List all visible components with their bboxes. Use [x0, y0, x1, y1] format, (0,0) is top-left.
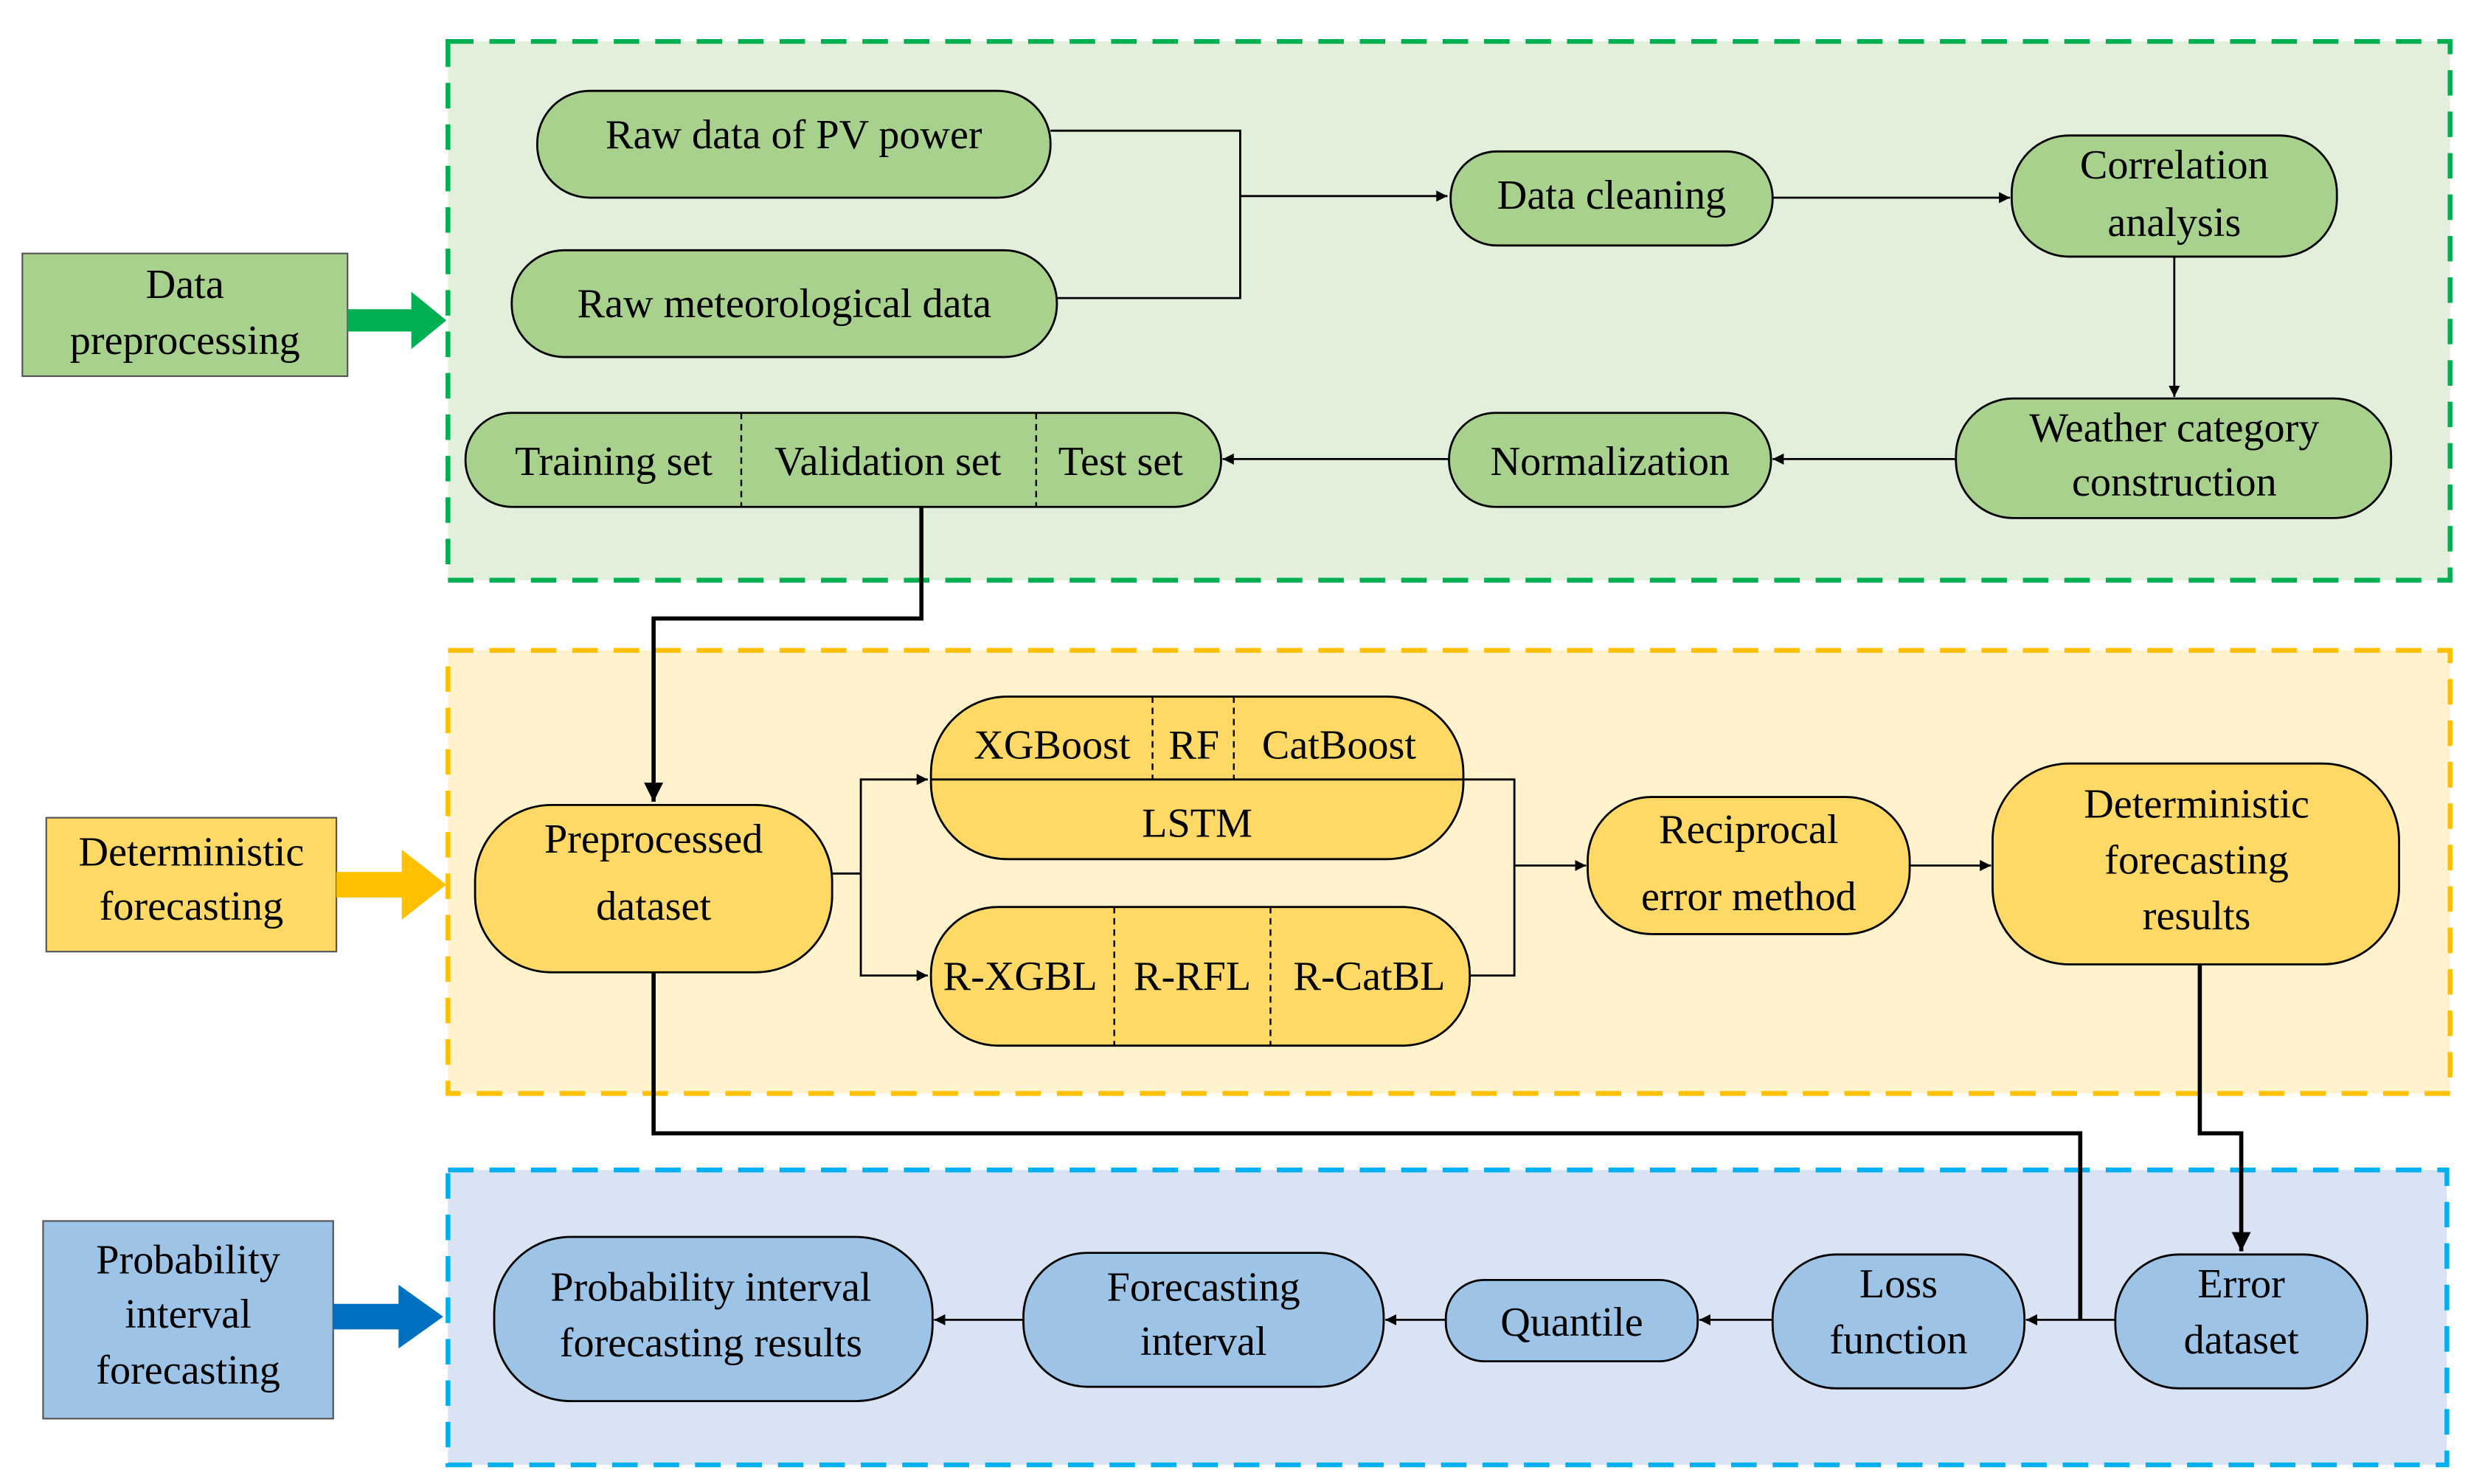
stage-label-line: interval — [125, 1291, 252, 1337]
svg-text:Raw meteorological data: Raw meteorological data — [578, 281, 992, 327]
svg-text:interval: interval — [1140, 1319, 1267, 1365]
node-error-dataset: Error dataset — [2114, 1253, 2368, 1390]
svg-text:function: function — [1829, 1317, 1967, 1363]
node-probability-results: Probability interval forecasting results — [493, 1235, 934, 1403]
stage-label-probability: Probability interval forecasting — [42, 1220, 334, 1420]
stage-label-line: Data — [146, 262, 224, 308]
node-dataset-split: Training set Validation set Test set — [464, 412, 1222, 508]
node-normalization: Normalization — [1448, 412, 1772, 508]
catboost-label: CatBoost — [1262, 723, 1417, 769]
rf-label: RF — [1168, 723, 1219, 769]
svg-text:Deterministic: Deterministic — [2084, 782, 2309, 828]
svg-text:Data cleaning: Data cleaning — [1497, 173, 1726, 218]
svg-text:Correlation: Correlation — [2080, 142, 2269, 188]
yellow-arrow-icon — [336, 849, 447, 920]
svg-text:forecasting results: forecasting results — [560, 1320, 862, 1366]
node-deterministic-results: Deterministic forecasting results — [1992, 762, 2400, 965]
svg-text:analysis: analysis — [2107, 200, 2241, 246]
node-hybrid-models: R-XGBL R-RFL R-CatBL — [929, 906, 1471, 1047]
green-arrow-icon — [347, 291, 447, 350]
svg-text:Preprocessed: Preprocessed — [544, 816, 763, 862]
svg-text:Probability interval: Probability interval — [550, 1264, 871, 1310]
node-weather-category: Weather category construction — [1955, 397, 2393, 519]
svg-text:dataset: dataset — [596, 884, 711, 929]
svg-text:results: results — [2143, 893, 2251, 939]
stage-label-line: forecasting — [96, 1348, 280, 1393]
svg-text:Reciprocal: Reciprocal — [1659, 807, 1838, 853]
blue-arrow-icon — [333, 1284, 443, 1349]
node-raw-meteorological: Raw meteorological data — [510, 249, 1058, 358]
node-correlation-analysis: Correlation analysis — [2010, 134, 2338, 258]
svg-text:dataset: dataset — [2184, 1317, 2299, 1363]
svg-text:Weather category: Weather category — [2029, 406, 2319, 451]
xgboost-label: XGBoost — [974, 723, 1131, 769]
validation-set-label: Validation set — [774, 439, 1002, 485]
training-set-label: Training set — [515, 439, 713, 485]
node-preprocessed-dataset: Preprocessed dataset — [474, 803, 833, 974]
lstm-label: LSTM — [1142, 801, 1252, 847]
r-rfl-label: R-RFL — [1134, 954, 1251, 999]
node-base-models: XGBoost RF CatBoost LSTM — [929, 696, 1465, 861]
flowchart: Data preprocessing Deterministic forecas… — [21, 38, 2452, 1468]
r-catbl-label: R-CatBL — [1293, 954, 1445, 999]
svg-text:Loss: Loss — [1859, 1261, 1938, 1307]
svg-text:error method: error method — [1641, 874, 1857, 920]
node-quantile: Quantile — [1444, 1278, 1699, 1362]
node-loss-function: Loss function — [1771, 1253, 2026, 1390]
stage-label-line: preprocessing — [70, 318, 300, 364]
svg-text:Error: Error — [2197, 1261, 2285, 1307]
svg-text:Raw data of PV power: Raw data of PV power — [606, 112, 982, 158]
stage-label-line: Deterministic — [79, 829, 305, 875]
node-data-cleaning: Data cleaning — [1449, 150, 1774, 247]
svg-text:Forecasting: Forecasting — [1107, 1264, 1300, 1310]
node-forecasting-interval: Forecasting interval — [1022, 1252, 1385, 1388]
stage-label-preprocessing: Data preprocessing — [21, 252, 349, 378]
svg-text:Quantile: Quantile — [1500, 1300, 1643, 1345]
svg-text:Normalization: Normalization — [1491, 439, 1730, 485]
stage-label-line: forecasting — [100, 884, 284, 929]
svg-text:construction: construction — [2072, 460, 2277, 505]
test-set-label: Test set — [1058, 439, 1184, 485]
stage-label-line: Probability — [96, 1238, 280, 1283]
r-xgbl-label: R-XGBL — [943, 954, 1098, 999]
svg-text:forecasting: forecasting — [2104, 837, 2289, 883]
node-raw-pv: Raw data of PV power — [535, 89, 1052, 199]
stage-label-deterministic: Deterministic forecasting — [45, 816, 338, 953]
node-reciprocal-error: Reciprocal error method — [1587, 796, 1911, 935]
